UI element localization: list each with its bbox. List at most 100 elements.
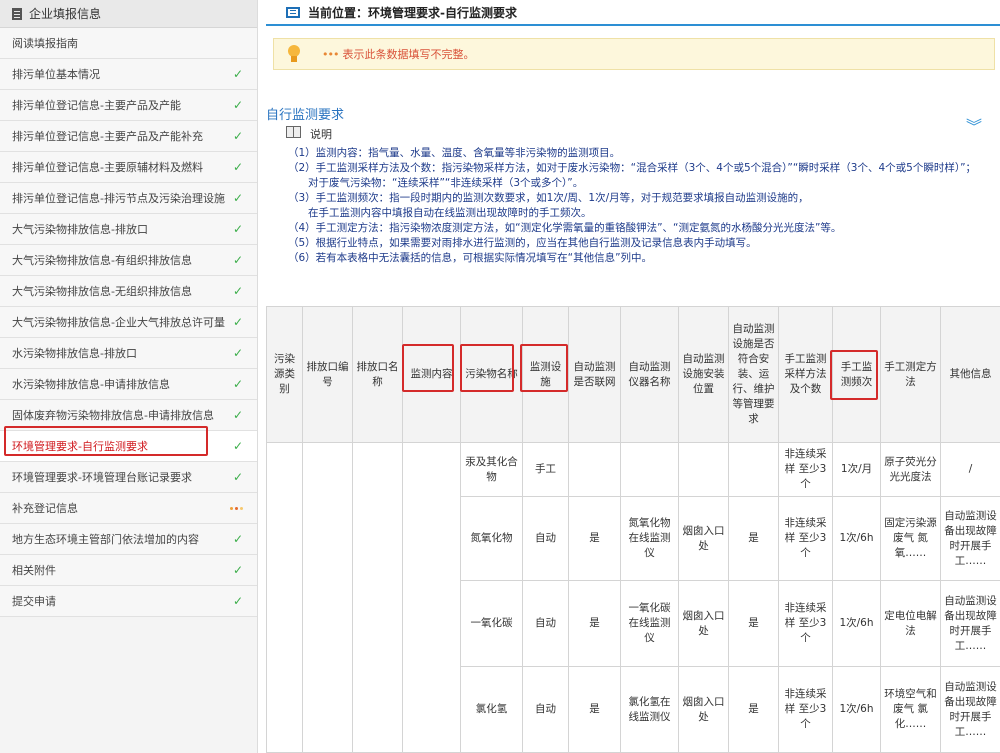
- sidebar-item-8[interactable]: 大气污染物排放信息-有组织排放信息 ✓: [0, 245, 257, 276]
- check-icon: ✓: [232, 563, 243, 577]
- table-cell: [728, 442, 779, 497]
- sidebar-item-label: 固体废弃物污染物排放信息-申请排放信息: [12, 409, 214, 422]
- sidebar-item-label: 排污单位登记信息-排污节点及污染治理设施: [12, 192, 225, 205]
- sidebar-item-14[interactable]: 环境管理要求-自行监测要求 ✓: [0, 431, 257, 462]
- table-cell: 环境空气和废气 氯化……: [880, 666, 941, 753]
- sidebar-item-12[interactable]: 水污染物排放信息-申请排放信息 ✓: [0, 369, 257, 400]
- sidebar-item-17[interactable]: 地方生态环境主管部门依法增加的内容 ✓: [0, 524, 257, 555]
- check-icon: ✓: [232, 532, 243, 546]
- sidebar-item-label: 排污单位基本情况: [12, 68, 100, 81]
- sidebar-item-15[interactable]: 环境管理要求-环境管理台账记录要求 ✓: [0, 462, 257, 493]
- table-cell: 1次/月: [832, 442, 881, 497]
- sidebar-item-label: 排污单位登记信息-主要产品及产能补充: [12, 130, 203, 143]
- sidebar-item-label: 大气污染物排放信息-排放口: [12, 223, 148, 236]
- table-cell: 定电位电解法: [880, 580, 941, 667]
- column-header: 手工监测频次: [832, 306, 881, 443]
- table-cell: [678, 442, 729, 497]
- table-cell: [266, 442, 303, 753]
- table-cell: [302, 442, 353, 753]
- check-icon: ✓: [232, 98, 243, 112]
- sidebar-item-2[interactable]: 排污单位基本情况 ✓: [0, 59, 257, 90]
- location-text: 当前位置：环境管理要求-自行监测要求: [308, 5, 517, 20]
- check-icon: ✓: [232, 594, 243, 608]
- table-cell: 氮氧化物在线监测仪: [620, 496, 679, 581]
- table-cell: 一氧化碳在线监测仪: [620, 580, 679, 667]
- sidebar: 企业填报信息 阅读填报指南 排污单位基本情况 ✓ 排污单位登记信息-主要产品及产能 ✓ 排…: [0, 0, 258, 753]
- table-cell: 非连续采样 至少3个: [778, 496, 833, 581]
- table-cell: [568, 442, 621, 497]
- column-header: 自动监测是否联网: [568, 306, 621, 443]
- sidebar-item-label: 地方生态环境主管部门依法增加的内容: [12, 533, 199, 546]
- sidebar-item-16[interactable]: 补充登记信息: [0, 493, 257, 524]
- warning-text: 表示此条数据填写不完整。: [342, 48, 475, 61]
- sidebar-item-label: 补充登记信息: [12, 502, 78, 515]
- collapse-chevron-icon[interactable]: ︾: [966, 119, 982, 135]
- incomplete-dots-icon: •••: [322, 47, 339, 61]
- table-cell: 1次/6h: [832, 666, 881, 753]
- sidebar-item-4[interactable]: 排污单位登记信息-主要产品及产能补充 ✓: [0, 121, 257, 152]
- table-cell: [352, 442, 403, 753]
- explanation-notes: （1）监测内容：指气量、水量、温度、含氧量等非污染物的监测项目。 （2）手工监测采…: [288, 146, 988, 266]
- note-line: （6）若有本表格中无法囊括的信息，可根据实际情况填写在“其他信息”列中。: [288, 252, 653, 264]
- location-icon: [286, 6, 300, 18]
- sidebar-item-3[interactable]: 排污单位登记信息-主要产品及产能 ✓: [0, 90, 257, 121]
- check-icon: ✓: [232, 160, 243, 174]
- sidebar-item-10[interactable]: 大气污染物排放信息-企业大气排放总许可量 ✓: [0, 307, 257, 338]
- sidebar-item-7[interactable]: 大气污染物排放信息-排放口 ✓: [0, 214, 257, 245]
- column-header: 其他信息: [940, 306, 1000, 443]
- section-title: 自行监测要求: [266, 108, 345, 123]
- table-cell: 自动监测设备出现故障时开展手工……: [940, 580, 1000, 667]
- note-line: （3）手工监测频次：指一段时期内的监测次数要求，如1次/周、1次/月等，对于规范…: [288, 192, 809, 204]
- table-cell: 一氧化碳: [460, 580, 523, 667]
- table-cell: 氯化氢: [460, 666, 523, 753]
- sidebar-item-19[interactable]: 提交申请 ✓: [0, 586, 257, 617]
- table-cell: 是: [728, 666, 779, 753]
- column-header: 自动监测仪器名称: [620, 306, 679, 443]
- sidebar-item-1[interactable]: 阅读填报指南: [0, 28, 257, 59]
- main-content: 当前位置：环境管理要求-自行监测要求 ••• 表示此条数据填写不完整。 自行监测…: [266, 0, 1000, 753]
- sidebar-item-11[interactable]: 水污染物排放信息-排放口 ✓: [0, 338, 257, 369]
- sidebar-item-label: 大气污染物排放信息-有组织排放信息: [12, 254, 192, 267]
- incomplete-dots-icon: [230, 506, 243, 510]
- monitoring-table: 污染源类别 排放口编号 排放口名称 监测内容 污染物名称 监测设施 自动监测是否联网 自动监测…: [266, 306, 1000, 753]
- table-cell: 自动: [522, 666, 569, 753]
- column-header: 监测内容: [402, 306, 461, 443]
- sidebar-item-6[interactable]: 排污单位登记信息-排污节点及污染治理设施 ✓: [0, 183, 257, 214]
- sidebar-item-label: 排污单位登记信息-主要原辅材料及燃料: [12, 161, 203, 174]
- table-cell: 氮氧化物: [460, 496, 523, 581]
- book-icon: [286, 126, 301, 138]
- column-header: 手工监测采样方法及个数: [778, 306, 833, 443]
- sidebar-item-label: 提交申请: [12, 595, 56, 608]
- column-header: 手工测定方法: [880, 306, 941, 443]
- sidebar-header-label: 企业填报信息: [29, 7, 102, 21]
- table-cell: 非连续采样 至少3个: [778, 442, 833, 497]
- table-cell: 是: [728, 580, 779, 667]
- table-cell: 1次/6h: [832, 580, 881, 667]
- note-line: （5）根据行业特点，如果需要对雨排水进行监测的，应当在其他自行监测及记录信息表内…: [288, 237, 757, 249]
- warning-banner: ••• 表示此条数据填写不完整。: [273, 38, 995, 70]
- note-line: 在手工监测内容中填报自动在线监测出现故障时的手工频次。: [308, 207, 592, 219]
- table-cell: 自动监测设备出现故障时开展手工……: [940, 666, 1000, 753]
- table-cell: 非连续采样 至少3个: [778, 580, 833, 667]
- note-line: （4）手工测定方法：指污染物浓度测定方法，如“测定化学需氧量的重铬酸钾法”、“测…: [288, 222, 842, 234]
- table-cell: 烟囱入口处: [678, 666, 729, 753]
- table-cell: 固定污染源废气 氮氧……: [880, 496, 941, 581]
- sidebar-item-label: 相关附件: [12, 564, 56, 577]
- sidebar-item-label: 环境管理要求-自行监测要求: [12, 440, 148, 453]
- sidebar-item-label: 大气污染物排放信息-企业大气排放总许可量: [12, 316, 225, 329]
- check-icon: ✓: [232, 315, 243, 329]
- sidebar-item-5[interactable]: 排污单位登记信息-主要原辅材料及燃料 ✓: [0, 152, 257, 183]
- table-cell: 氯化氢在线监测仪: [620, 666, 679, 753]
- table-cell: 手工: [522, 442, 569, 497]
- table-cell: [402, 442, 461, 753]
- check-icon: ✓: [232, 439, 243, 453]
- check-icon: ✓: [232, 67, 243, 81]
- sidebar-item-13[interactable]: 固体废弃物污染物排放信息-申请排放信息 ✓: [0, 400, 257, 431]
- lightbulb-icon: [284, 43, 304, 65]
- check-icon: ✓: [232, 129, 243, 143]
- check-icon: ✓: [232, 191, 243, 205]
- location-bar: 当前位置：环境管理要求-自行监测要求: [266, 0, 1000, 26]
- sidebar-item-18[interactable]: 相关附件 ✓: [0, 555, 257, 586]
- sidebar-item-9[interactable]: 大气污染物排放信息-无组织排放信息 ✓: [0, 276, 257, 307]
- column-header: 监测设施: [522, 306, 569, 443]
